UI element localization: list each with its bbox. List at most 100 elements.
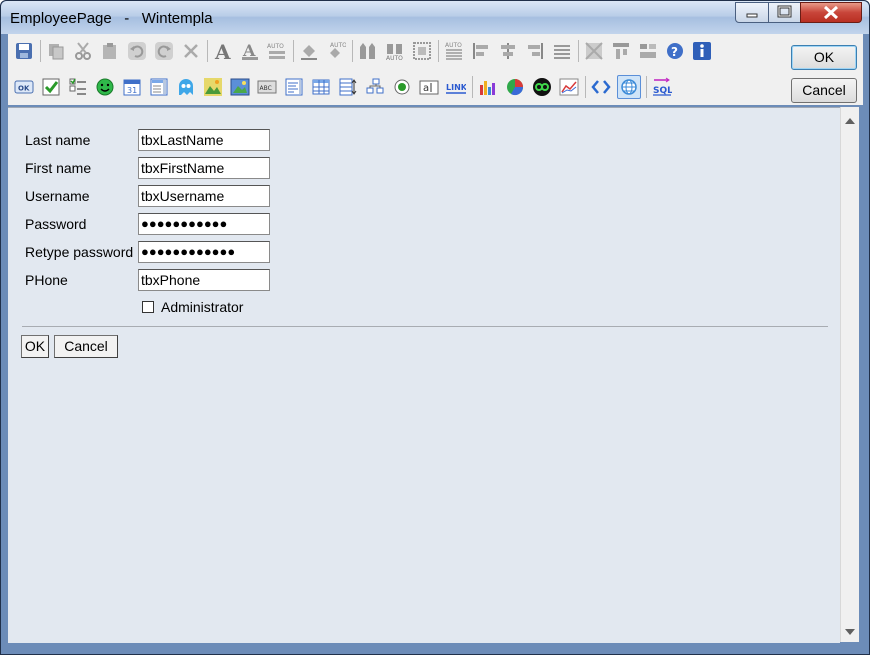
sql-icon[interactable]: SQL (651, 76, 673, 98)
label-abc-icon[interactable]: ABC (256, 76, 278, 98)
minimize-icon (746, 13, 758, 18)
svg-text:OK: OK (18, 85, 30, 93)
first-name-label: First name (25, 160, 92, 176)
retype-password-label: Retype password (25, 244, 134, 260)
grid-icon[interactable] (583, 40, 605, 62)
scroll-down-icon[interactable] (845, 629, 855, 635)
svg-text:AUTO: AUTO (445, 42, 462, 49)
administrator-checkbox[interactable] (142, 301, 154, 313)
form-cancel-button[interactable]: Cancel (54, 335, 118, 358)
first-name-field[interactable]: tbxFirstName (138, 157, 270, 179)
svg-text:AUTO: AUTO (330, 42, 346, 49)
bring-front-icon[interactable] (357, 40, 379, 62)
delete-icon[interactable] (180, 40, 202, 62)
cancel-button[interactable]: Cancel (791, 78, 857, 103)
toolbar: A A AUTO AUTO AUTO AUTO ? OK 31 ABC a LI… (8, 34, 863, 105)
maximize-icon (777, 5, 792, 18)
phone-field[interactable]: tbxPhone (138, 269, 270, 291)
cut-icon[interactable] (72, 40, 94, 62)
toolbar-separator (646, 76, 647, 98)
title-bar[interactable]: EmployeePage - Wintempla (1, 1, 869, 34)
table-icon[interactable] (310, 76, 332, 98)
last-name-label: Last name (25, 132, 91, 148)
info-icon[interactable] (691, 40, 713, 62)
ok-button[interactable]: OK (791, 45, 857, 70)
svg-text:AUTO: AUTO (267, 43, 284, 50)
textbox-icon[interactable] (283, 76, 305, 98)
align-left-icon[interactable] (470, 40, 492, 62)
toolbar-separator (585, 76, 586, 98)
fill-icon[interactable] (298, 40, 320, 62)
toolbar-separator (578, 40, 579, 62)
font-auto-icon[interactable]: AUTO (266, 40, 288, 62)
toolbar-row-2: OK 31 ABC a LINK SQL (13, 73, 678, 101)
layout-icon[interactable] (637, 40, 659, 62)
maximize-button[interactable] (768, 2, 801, 23)
vertical-scrollbar[interactable] (840, 107, 859, 642)
form-ok-button[interactable]: OK (21, 335, 49, 358)
ghost-icon[interactable] (175, 76, 197, 98)
last-name-field[interactable]: tbxLastName (138, 129, 270, 151)
line-chart-icon[interactable] (558, 76, 580, 98)
scroll-up-icon[interactable] (845, 118, 855, 124)
checkbox-icon[interactable] (40, 76, 62, 98)
radio-icon[interactable] (391, 76, 413, 98)
svg-text:LINK: LINK (446, 83, 466, 92)
undo-icon[interactable] (126, 40, 148, 62)
link-icon[interactable]: LINK (445, 76, 467, 98)
username-label: Username (25, 188, 90, 204)
textfield-icon[interactable]: a (418, 76, 440, 98)
web-icon[interactable] (617, 75, 641, 99)
grid-edit-icon[interactable] (337, 76, 359, 98)
treeview-icon[interactable] (364, 76, 386, 98)
minimize-button[interactable] (735, 2, 769, 23)
divider (22, 326, 828, 327)
close-button[interactable] (800, 2, 862, 23)
toolbar-separator (472, 76, 473, 98)
smiley-icon[interactable] (94, 76, 116, 98)
phone-label: PHone (25, 272, 68, 288)
password-label: Password (25, 216, 87, 232)
calendar-icon[interactable]: 31 (121, 76, 143, 98)
redo-icon[interactable] (153, 40, 175, 62)
save-icon[interactable] (13, 40, 35, 62)
infinity-icon[interactable] (531, 76, 553, 98)
checklist-icon[interactable] (67, 76, 89, 98)
retype-password-field[interactable]: ●●●●●●●●●●●● (138, 241, 270, 263)
size-auto-icon[interactable]: AUTO (384, 40, 406, 62)
administrator-label[interactable]: Administrator (161, 299, 243, 315)
frame-icon[interactable] (411, 40, 433, 62)
ok-button-icon[interactable]: OK (13, 76, 35, 98)
code-icon[interactable] (590, 76, 612, 98)
listbox-icon[interactable] (148, 76, 170, 98)
paste-icon[interactable] (99, 40, 121, 62)
svg-text:ABC: ABC (260, 85, 272, 92)
font-outline-icon[interactable]: A (239, 40, 261, 62)
svg-text:A: A (214, 41, 231, 61)
help-icon[interactable]: ? (664, 40, 686, 62)
font-icon[interactable]: A (212, 40, 234, 62)
toolbar-separator (352, 40, 353, 62)
align-justify-icon[interactable] (551, 40, 573, 62)
username-field[interactable]: tbxUsername (138, 185, 270, 207)
align-right-icon[interactable] (524, 40, 546, 62)
svg-text:?: ? (671, 45, 678, 59)
align-center-icon[interactable] (497, 40, 519, 62)
password-field[interactable]: ●●●●●●●●●●● (138, 213, 270, 235)
svg-text:31: 31 (127, 86, 137, 95)
align-auto-icon[interactable]: AUTO (443, 40, 465, 62)
picture-icon[interactable] (229, 76, 251, 98)
design-canvas[interactable]: Last name tbxLastName First name tbxFirs… (8, 107, 840, 643)
toolbar-separator (40, 40, 41, 62)
toolbar-separator (207, 40, 208, 62)
svg-text:AUTO: AUTO (386, 55, 403, 61)
bar-chart-icon[interactable] (477, 76, 499, 98)
toolbar-row-1: A A AUTO AUTO AUTO AUTO ? (13, 37, 718, 65)
tab-order-icon[interactable] (610, 40, 632, 62)
image-icon[interactable] (202, 76, 224, 98)
toolbar-separator (293, 40, 294, 62)
pie-chart-icon[interactable] (504, 76, 526, 98)
close-icon (823, 5, 839, 20)
copy-icon[interactable] (45, 40, 67, 62)
fill-auto-icon[interactable]: AUTO (325, 40, 347, 62)
